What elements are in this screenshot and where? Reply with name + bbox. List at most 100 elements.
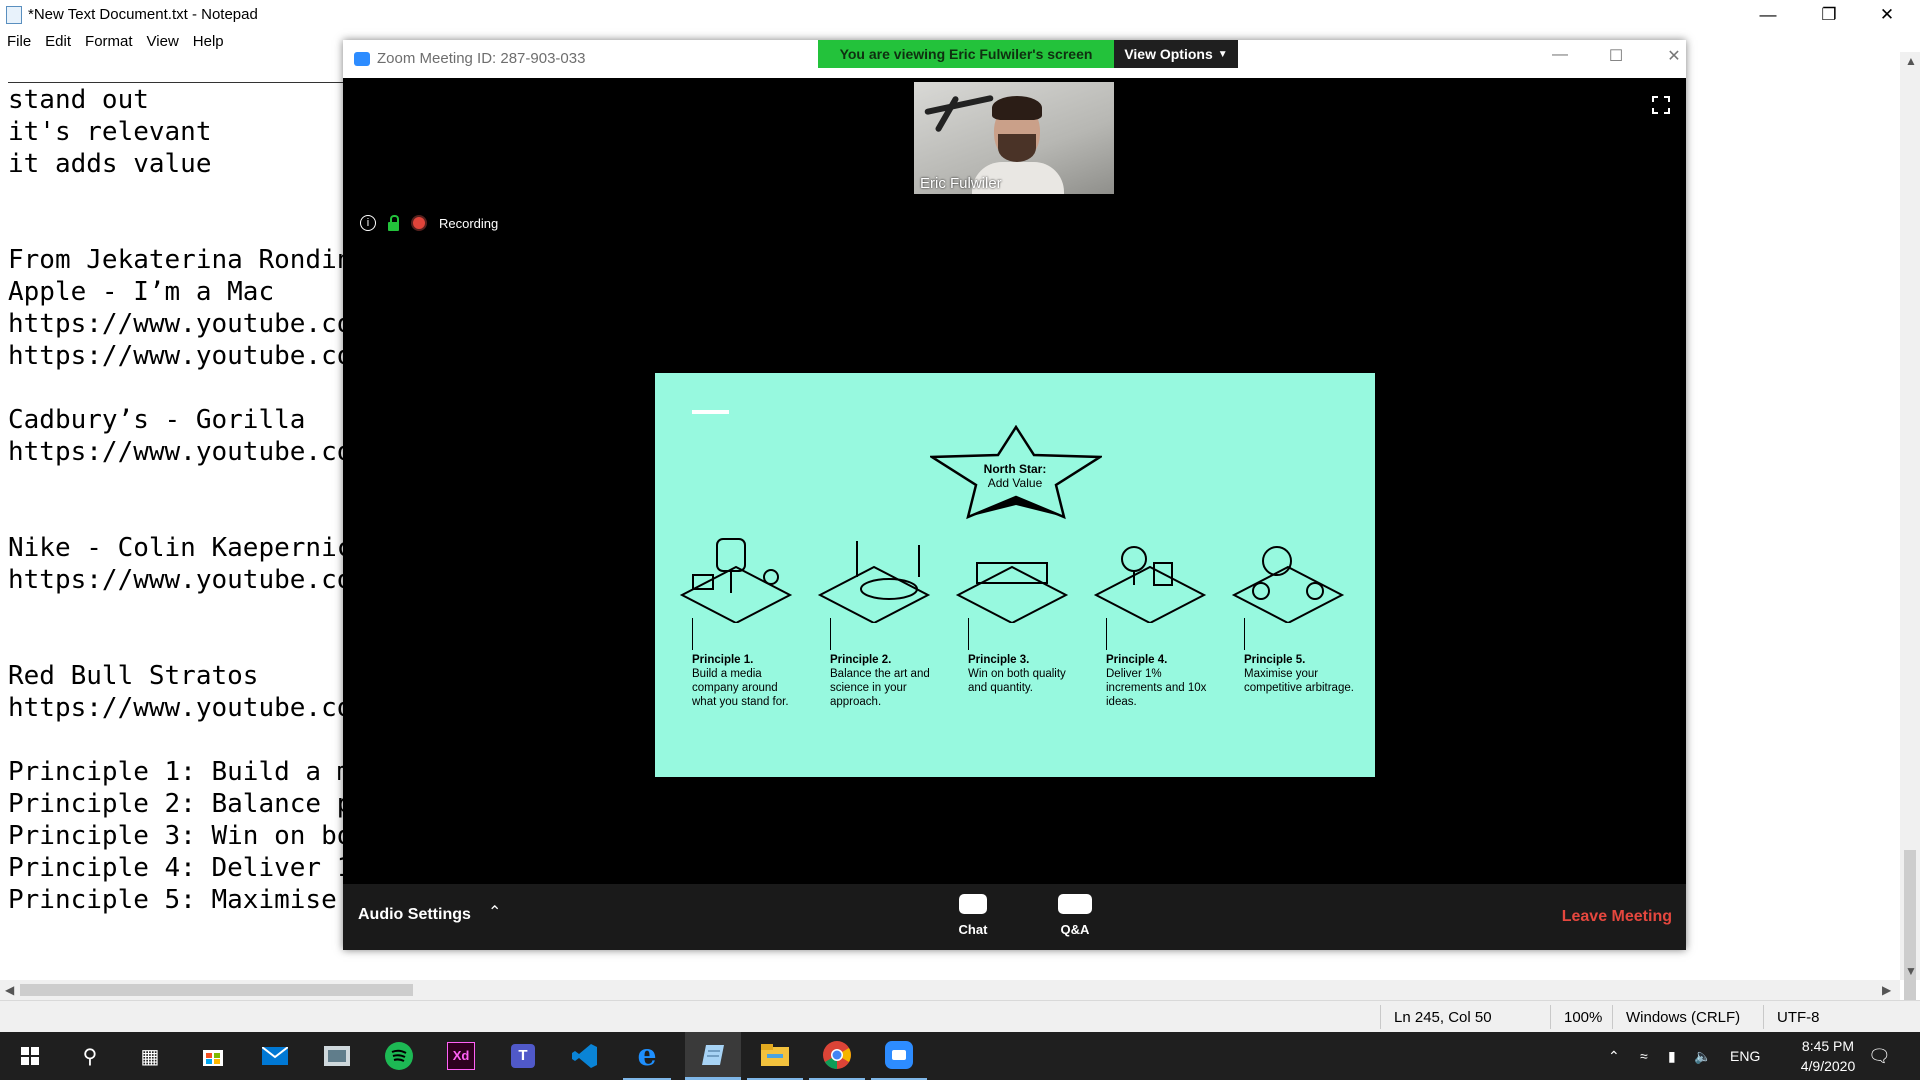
- zoom-level: 100%: [1564, 1009, 1603, 1026]
- notifications-icon[interactable]: 🗨: [1868, 1032, 1891, 1080]
- principle-title: Principle 5.: [1244, 654, 1306, 666]
- status-separator: [1612, 1005, 1613, 1029]
- qa-label: Q&A: [1060, 922, 1090, 937]
- zoom-toolbar: Audio Settings ⌃ Chat Q&A Leave Meeting: [343, 884, 1686, 950]
- file-explorer-icon[interactable]: [747, 1032, 803, 1080]
- qa-button[interactable]: Q&A: [1045, 894, 1105, 937]
- pillar-line: [1244, 618, 1245, 650]
- zoom-minimize-icon[interactable]: —: [1540, 46, 1580, 64]
- principle-text: Balance the art and science in your appr…: [830, 668, 930, 708]
- mail-icon[interactable]: [251, 1032, 299, 1080]
- system-clock[interactable]: 8:45 PM 4/9/2020: [1788, 1036, 1868, 1076]
- pillar-line: [830, 618, 831, 650]
- edge-icon[interactable]: e: [623, 1032, 671, 1080]
- principle-title: Principle 3.: [968, 654, 1030, 666]
- notepad-taskbar-icon[interactable]: [685, 1032, 741, 1080]
- chat-button[interactable]: Chat: [943, 894, 1003, 937]
- encoding: UTF-8: [1777, 1009, 1820, 1026]
- scroll-down-icon[interactable]: ▼: [1905, 964, 1917, 978]
- participant-hair: [992, 96, 1042, 120]
- show-hidden-icons-icon[interactable]: ⌃: [1608, 1032, 1620, 1080]
- search-icon[interactable]: ⚲: [66, 1032, 114, 1080]
- info-icon[interactable]: i: [360, 215, 376, 231]
- status-separator: [1763, 1005, 1764, 1029]
- adobe-xd-icon[interactable]: Xd: [437, 1032, 485, 1080]
- zoom-close-icon[interactable]: ✕: [1654, 46, 1694, 66]
- principle-text: Deliver 1% increments and 10x ideas.: [1106, 668, 1207, 708]
- shared-slide: North Star: Add Value Principle 1. Build…: [655, 373, 1375, 777]
- zoom-taskbar-icon[interactable]: [871, 1032, 927, 1080]
- wifi-icon[interactable]: ≈: [1640, 1032, 1648, 1080]
- principle-text: Maximise your competitive arbitrage.: [1244, 668, 1354, 694]
- scroll-up-icon[interactable]: ▲: [1905, 54, 1917, 68]
- zoom-window: Zoom Meeting ID: 287-903-033 — ☐ ✕ You a…: [343, 40, 1686, 950]
- principle-4: Principle 4. Deliver 1% increments and 1…: [1106, 653, 1216, 709]
- spotify-icon[interactable]: [375, 1032, 423, 1080]
- notepad-statusbar: Ln 245, Col 50 100% Windows (CRLF) UTF-8: [0, 1000, 1920, 1033]
- principle-text: Build a media company around what you st…: [692, 668, 789, 708]
- chat-label: Chat: [958, 922, 988, 937]
- restore-icon[interactable]: ❐: [1800, 0, 1858, 30]
- principle-5: Principle 5. Maximise your competitive a…: [1244, 653, 1354, 695]
- participant-video[interactable]: Eric Fulwiler: [914, 82, 1114, 194]
- teams-icon[interactable]: T: [499, 1032, 547, 1080]
- principle-1: Principle 1. Build a media company aroun…: [692, 653, 802, 709]
- language-indicator[interactable]: ENG: [1730, 1032, 1760, 1080]
- vscode-icon[interactable]: [561, 1032, 609, 1080]
- scroll-left-icon[interactable]: ◀: [5, 983, 14, 997]
- horizontal-scrollbar[interactable]: ◀ ▶: [0, 980, 1900, 1000]
- clock-date: 4/9/2020: [1800, 1058, 1856, 1074]
- zoom-logo-icon: [354, 52, 370, 66]
- start-windows-icon[interactable]: [6, 1032, 54, 1080]
- chevron-up-icon[interactable]: ⌃: [488, 902, 501, 922]
- view-options-label: View Options: [1124, 46, 1213, 62]
- volume-icon[interactable]: 🔈: [1694, 1032, 1711, 1080]
- viewing-screen-banner: You are viewing Eric Fulwiler's screen: [818, 40, 1114, 68]
- view-options-button[interactable]: View Options ▼: [1114, 40, 1238, 68]
- scroll-right-icon[interactable]: ▶: [1882, 983, 1891, 997]
- principle-3: Principle 3. Win on both quality and qua…: [968, 653, 1078, 695]
- principle-title: Principle 4.: [1106, 654, 1168, 666]
- menu-format[interactable]: Format: [78, 30, 140, 52]
- participant-beard: [998, 134, 1036, 162]
- principle-platforms-illustration: [679, 538, 1345, 623]
- audio-settings-button[interactable]: Audio Settings: [358, 906, 471, 924]
- vertical-scrollbar[interactable]: ▲ ▼: [1900, 52, 1920, 1000]
- store-icon[interactable]: [189, 1032, 237, 1080]
- pillar-line: [692, 618, 693, 650]
- line-ending: Windows (CRLF): [1626, 1009, 1741, 1026]
- menu-file[interactable]: File: [0, 30, 38, 52]
- zoom-maximize-icon[interactable]: ☐: [1596, 46, 1636, 66]
- battery-icon[interactable]: ▮: [1668, 1032, 1676, 1080]
- participant-name: Eric Fulwiler: [920, 175, 1002, 192]
- recording-icon: [411, 215, 427, 231]
- snipping-tool-icon[interactable]: [313, 1032, 361, 1080]
- menu-view[interactable]: View: [140, 30, 186, 52]
- north-star-subtitle: Add Value: [987, 476, 1043, 490]
- principle-text: Win on both quality and quantity.: [968, 668, 1066, 694]
- meeting-status: i Recording: [360, 214, 499, 231]
- fullscreen-icon[interactable]: [1652, 96, 1670, 114]
- horizontal-scroll-thumb[interactable]: [20, 984, 413, 996]
- chrome-icon[interactable]: [809, 1032, 865, 1080]
- minimize-icon[interactable]: —: [1739, 0, 1797, 30]
- principle-title: Principle 2.: [830, 654, 892, 666]
- qa-icon: [1058, 894, 1092, 914]
- windows-taskbar: ⚲ ▦ Xd T e ⌃ ≈ ▮ 🔈 ENG 8:45 PM 4/9/2020 …: [0, 1032, 1920, 1080]
- pillar-line: [1106, 618, 1107, 650]
- notepad-window-title: *New Text Document.txt - Notepad: [28, 6, 258, 23]
- north-star-title: North Star:: [983, 462, 1047, 476]
- task-view-icon[interactable]: ▦: [126, 1032, 174, 1080]
- clock-time: 8:45 PM: [1801, 1038, 1855, 1054]
- status-separator: [1550, 1005, 1551, 1029]
- leave-meeting-button[interactable]: Leave Meeting: [1562, 908, 1672, 926]
- menu-edit[interactable]: Edit: [38, 30, 78, 52]
- recording-label: Recording: [439, 215, 499, 231]
- slide-dash-mark: [692, 410, 729, 414]
- close-icon[interactable]: ✕: [1858, 0, 1916, 30]
- principle-2: Principle 2. Balance the art and science…: [830, 653, 940, 709]
- lock-icon[interactable]: [388, 214, 399, 231]
- menu-help[interactable]: Help: [186, 30, 231, 52]
- cursor-position: Ln 245, Col 50: [1394, 1009, 1492, 1026]
- pillar-line: [968, 618, 969, 650]
